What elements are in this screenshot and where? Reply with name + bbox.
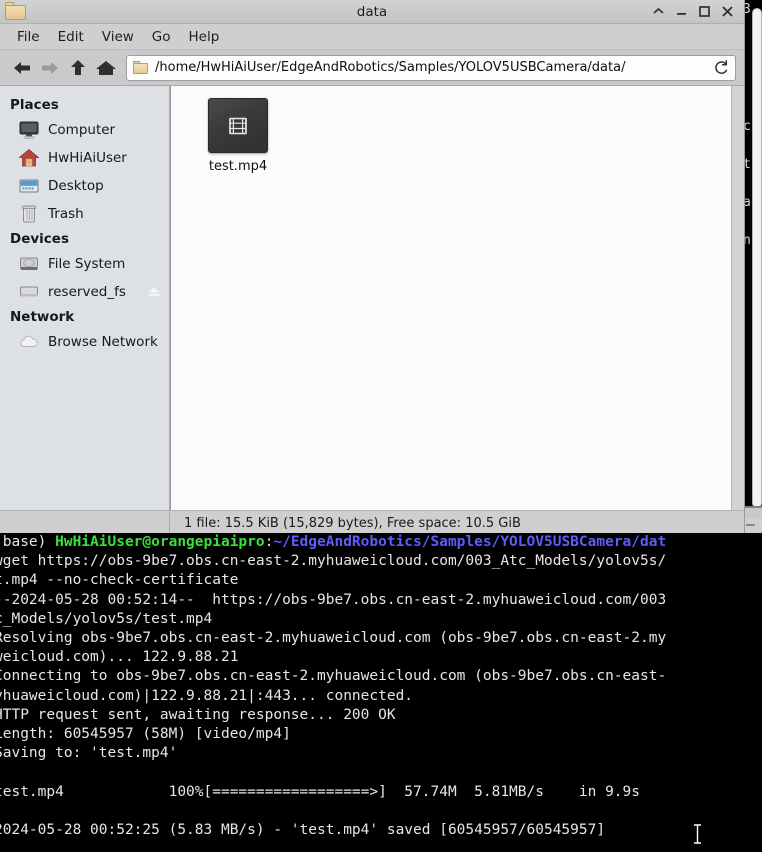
sidebar: Places Computer HwHiAiUser Desktop Trash… <box>0 86 170 510</box>
prompt-env: (base) <box>0 534 56 550</box>
minimize-button[interactable] <box>671 2 692 22</box>
file-pane-scrollbar[interactable] <box>731 86 744 510</box>
terminal-line: c_Models/yolov5s/test.mp4 <box>0 610 213 627</box>
sidebar-item-computer[interactable]: Computer <box>0 116 169 144</box>
background-panel <box>742 518 762 533</box>
sidebar-item-file-system[interactable]: File System <box>0 250 169 278</box>
sidebar-item-label: HwHiAiUser <box>48 150 127 166</box>
terminal-line: yhuaweicloud.com)|122.9.88.21|:443... co… <box>0 687 414 704</box>
menu-bar: File Edit View Go Help <box>0 24 744 50</box>
sidebar-item-label: reserved_fs <box>48 284 126 300</box>
terminal-line: Resolving obs-9be7.obs.cn-east-2.myhuawe… <box>0 630 667 647</box>
back-button[interactable] <box>8 53 36 83</box>
file-name-label: test.mp4 <box>208 159 268 174</box>
file-item-test-mp4[interactable]: test.mp4 <box>183 98 293 174</box>
video-file-icon <box>208 98 268 153</box>
status-bar-text: 1 file: 15.5 KiB (15,829 bytes), Free sp… <box>184 515 521 531</box>
trash-icon <box>18 203 40 225</box>
path-text[interactable]: /home/HwHiAiUser/EdgeAndRobotics/Samples… <box>155 60 707 75</box>
folder-icon <box>3 1 29 22</box>
window-body: Places Computer HwHiAiUser Desktop Trash… <box>0 86 744 510</box>
desktop-icon <box>18 175 40 197</box>
terminal-line: wget https://obs-9be7.obs.cn-east-2.myhu… <box>0 553 667 570</box>
reload-icon[interactable] <box>713 59 729 76</box>
status-bar-spacer <box>0 511 170 535</box>
file-manager-window: data File Edit View Go Help /home/HwHiAi… <box>0 0 745 535</box>
shade-button[interactable] <box>648 2 669 22</box>
sidebar-heading-network: Network <box>10 309 75 325</box>
window-title: data <box>356 3 388 20</box>
title-bar[interactable]: data <box>0 0 744 24</box>
terminal-prompt-line: (base) HwHiAiUser@orangepiaipro:~/EdgeAn… <box>0 533 762 552</box>
sidebar-item-trash[interactable]: Trash <box>0 200 169 228</box>
background-panel-dash <box>746 524 755 526</box>
maximize-button[interactable] <box>694 2 715 22</box>
file-pane[interactable]: test.mp4 <box>170 86 744 510</box>
sidebar-item-label: Desktop <box>48 178 104 194</box>
background-window-edge <box>742 506 762 518</box>
home-icon <box>18 147 40 169</box>
terminal-line: Connecting to obs-9be7.obs.cn-east-2.myh… <box>0 668 667 685</box>
terminal[interactable]: (base) HwHiAiUser@orangepiaipro:~/EdgeAn… <box>0 533 762 852</box>
terminal-line: 2024-05-28 00:52:25 (5.83 MB/s) - 'test.… <box>0 822 606 839</box>
menu-item-view[interactable]: View <box>93 27 143 47</box>
terminal-line: Saving to: 'test.mp4' <box>0 745 178 762</box>
prompt-path: ~/EdgeAndRobotics/Samples/YOLOV5USBCamer… <box>273 534 667 550</box>
terminal-line: HTTP request sent, awaiting response... … <box>0 706 396 723</box>
terminal-line: Length: 60545957 (58M) [video/mp4] <box>0 726 291 743</box>
sidebar-item-hwhiaiuser[interactable]: HwHiAiUser <box>0 144 169 172</box>
sidebar-item-label: Browse Network <box>48 334 158 350</box>
sidebar-heading-devices: Devices <box>10 231 69 247</box>
path-bar[interactable]: /home/HwHiAiUser/EdgeAndRobotics/Samples… <box>126 54 736 81</box>
sidebar-item-label: Computer <box>48 122 116 138</box>
eject-icon[interactable] <box>147 286 161 298</box>
sidebar-item-label: Trash <box>48 206 84 222</box>
menu-item-help[interactable]: Help <box>180 27 229 47</box>
cloud-icon <box>18 331 40 353</box>
sidebar-item-browse-network[interactable]: Browse Network <box>0 328 169 356</box>
prompt-userhost: HwHiAiUser@orangepiaipro <box>55 534 265 550</box>
terminal-line: --2024-05-28 00:52:14-- https://obs-9be7… <box>0 591 667 608</box>
monitor-icon <box>18 119 40 141</box>
path-folder-icon <box>133 61 149 74</box>
drive-icon <box>18 281 40 303</box>
terminal-progress-line: test.mp4 100%[==================>] 57.74… <box>0 783 641 800</box>
status-bar: 1 file: 15.5 KiB (15,829 bytes), Free sp… <box>0 510 744 535</box>
window-controls <box>648 2 744 22</box>
background-terminal-scrollbar[interactable] <box>752 8 762 508</box>
close-button[interactable] <box>717 2 738 22</box>
toolbar: /home/HwHiAiUser/EdgeAndRobotics/Samples… <box>0 50 744 86</box>
menu-item-go[interactable]: Go <box>143 27 180 47</box>
harddisk-icon <box>18 253 40 275</box>
sidebar-item-desktop[interactable]: Desktop <box>0 172 169 200</box>
sidebar-item-reserved-fs[interactable]: reserved_fs <box>0 278 169 306</box>
home-button[interactable] <box>92 53 120 83</box>
sidebar-heading-places: Places <box>10 97 59 113</box>
up-button[interactable] <box>64 53 92 83</box>
menu-item-edit[interactable]: Edit <box>49 27 93 47</box>
terminal-line: weicloud.com)... 122.9.88.21 <box>0 649 239 666</box>
terminal-line: t.mp4 --no-check-certificate <box>0 572 239 589</box>
menu-item-file[interactable]: File <box>8 27 49 47</box>
forward-button <box>36 53 64 83</box>
sidebar-item-label: File System <box>48 256 126 272</box>
